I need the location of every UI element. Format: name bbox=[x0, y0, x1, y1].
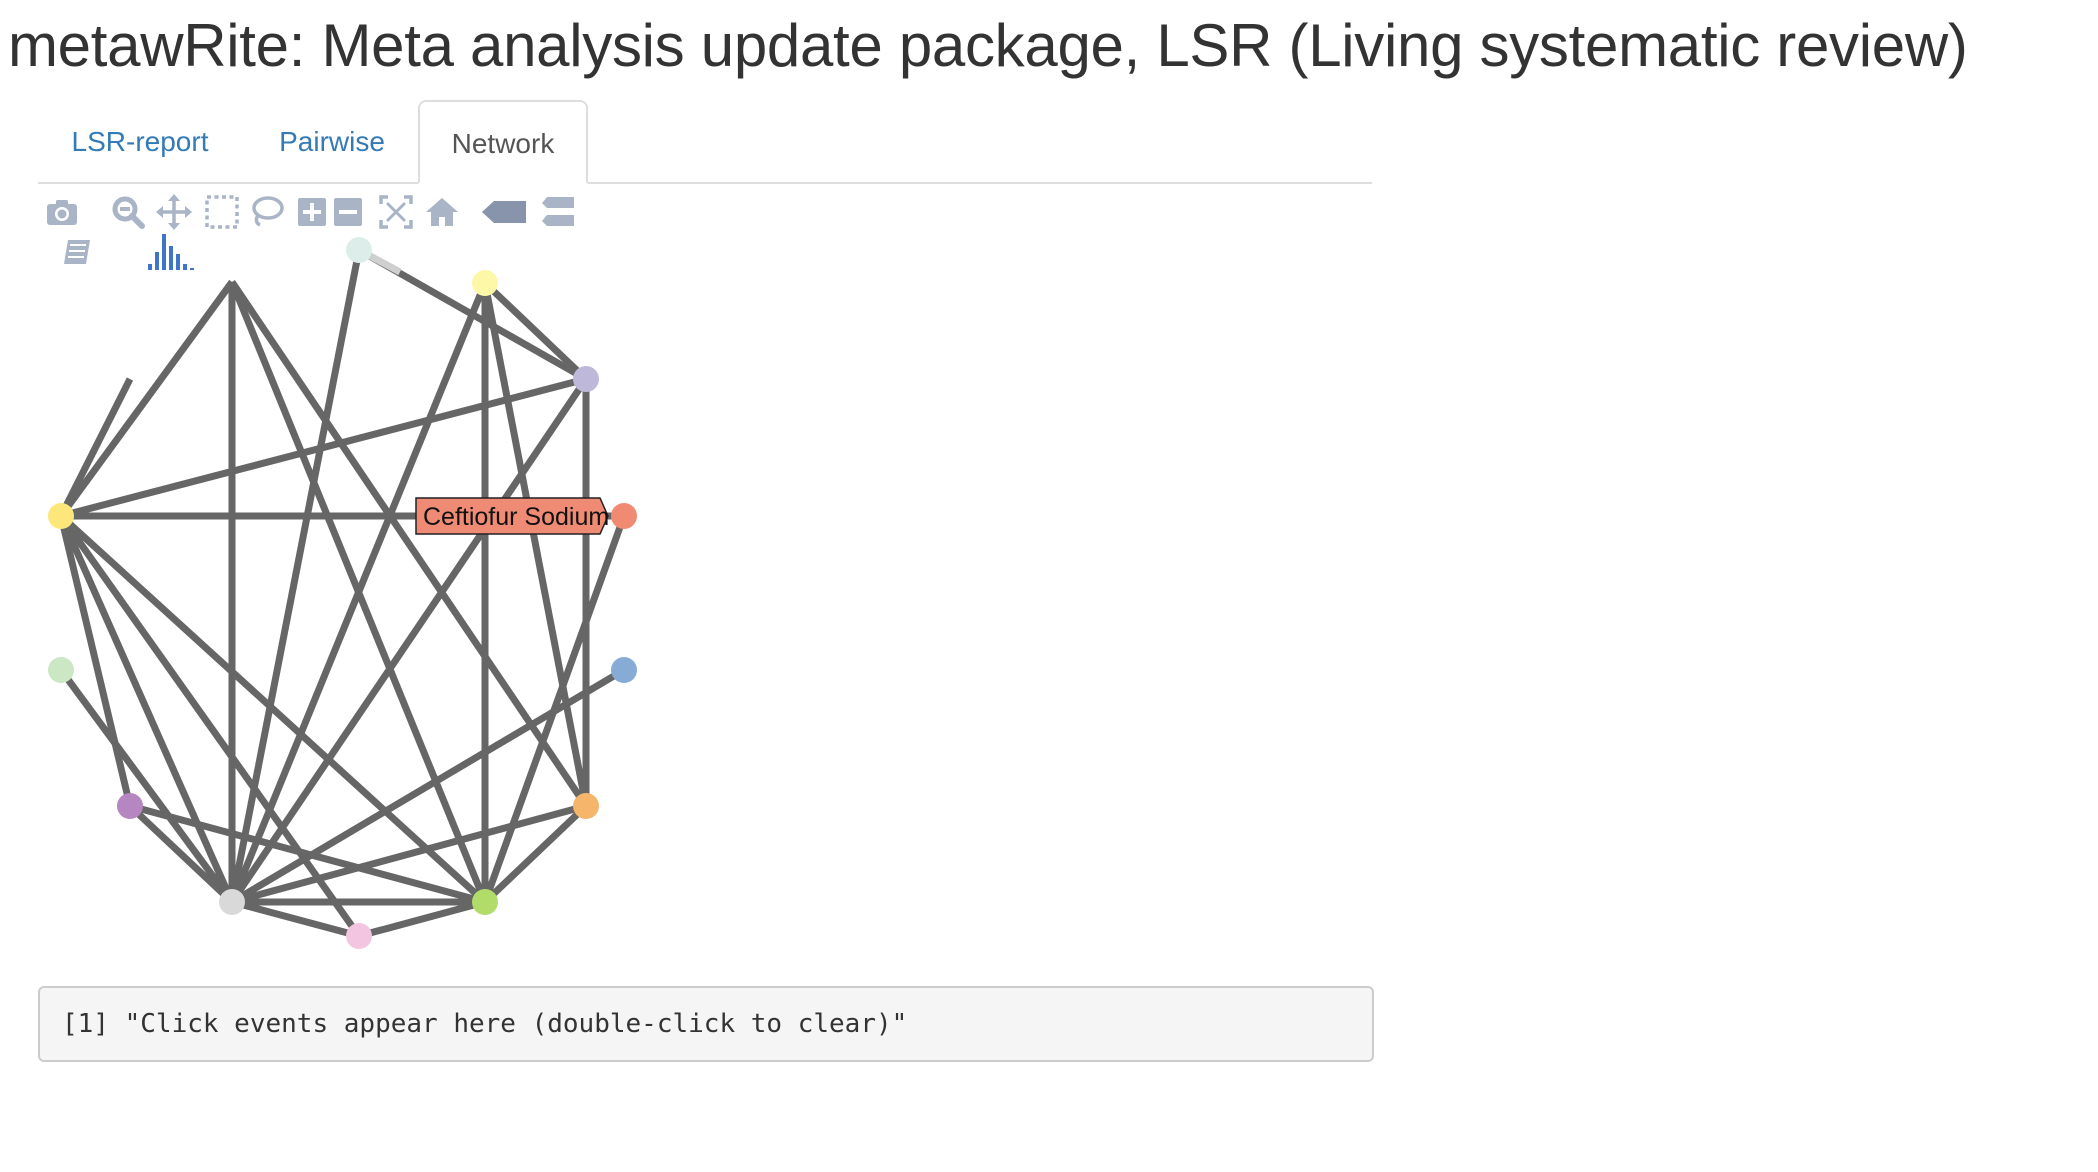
app-root: metawRite: Meta analysis update package,… bbox=[0, 0, 2098, 1172]
tab-network[interactable]: Network bbox=[418, 100, 588, 184]
pan-icon[interactable] bbox=[154, 192, 194, 232]
network-edge bbox=[57, 377, 134, 518]
network-node[interactable] bbox=[219, 889, 245, 915]
hover-label: Ceftiofur Sodium bbox=[415, 497, 609, 535]
network-node[interactable] bbox=[472, 889, 498, 915]
tab-bar: LSR-report Pairwise Network bbox=[38, 100, 1372, 184]
tab-pairwise[interactable]: Pairwise bbox=[248, 100, 416, 184]
edges-layer bbox=[57, 246, 628, 940]
tab-lsr-report[interactable]: LSR-report bbox=[38, 100, 242, 184]
network-node[interactable] bbox=[611, 657, 637, 683]
camera-icon[interactable] bbox=[42, 192, 82, 232]
network-node[interactable] bbox=[48, 503, 74, 529]
network-node[interactable] bbox=[573, 366, 599, 392]
click-events-output: [1] "Click events appear here (double-cl… bbox=[38, 986, 1374, 1062]
network-node[interactable] bbox=[48, 657, 74, 683]
plotly-logo-icon[interactable] bbox=[144, 230, 198, 274]
network-node[interactable] bbox=[573, 793, 599, 819]
network-edge bbox=[481, 514, 628, 904]
network-node[interactable] bbox=[472, 270, 498, 296]
network-node[interactable] bbox=[611, 503, 637, 529]
network-node[interactable] bbox=[346, 923, 372, 949]
page-title: metawRite: Meta analysis update package,… bbox=[8, 12, 1968, 79]
hover-label-text: Ceftiofur Sodium bbox=[423, 503, 609, 531]
edit-chart-icon[interactable] bbox=[58, 232, 98, 272]
network-graph[interactable]: Ceftiofur Sodium bbox=[38, 186, 698, 966]
network-plot[interactable]: Ceftiofur Sodium bbox=[38, 186, 698, 966]
hover-label-layer: Ceftiofur Sodium bbox=[415, 497, 609, 535]
hover-closest-icon[interactable] bbox=[478, 192, 530, 232]
zoom-icon[interactable] bbox=[108, 192, 148, 232]
zoom-in-icon[interactable] bbox=[292, 192, 332, 232]
network-edge bbox=[358, 898, 486, 940]
network-node[interactable] bbox=[117, 793, 143, 819]
autoscale-icon[interactable] bbox=[376, 192, 416, 232]
reset-axes-icon[interactable] bbox=[422, 192, 462, 232]
hover-compare-icon[interactable] bbox=[538, 192, 578, 232]
box-select-icon[interactable] bbox=[202, 192, 242, 232]
zoom-out-icon[interactable] bbox=[328, 192, 368, 232]
lasso-select-icon[interactable] bbox=[246, 192, 286, 232]
network-node[interactable] bbox=[346, 237, 372, 263]
